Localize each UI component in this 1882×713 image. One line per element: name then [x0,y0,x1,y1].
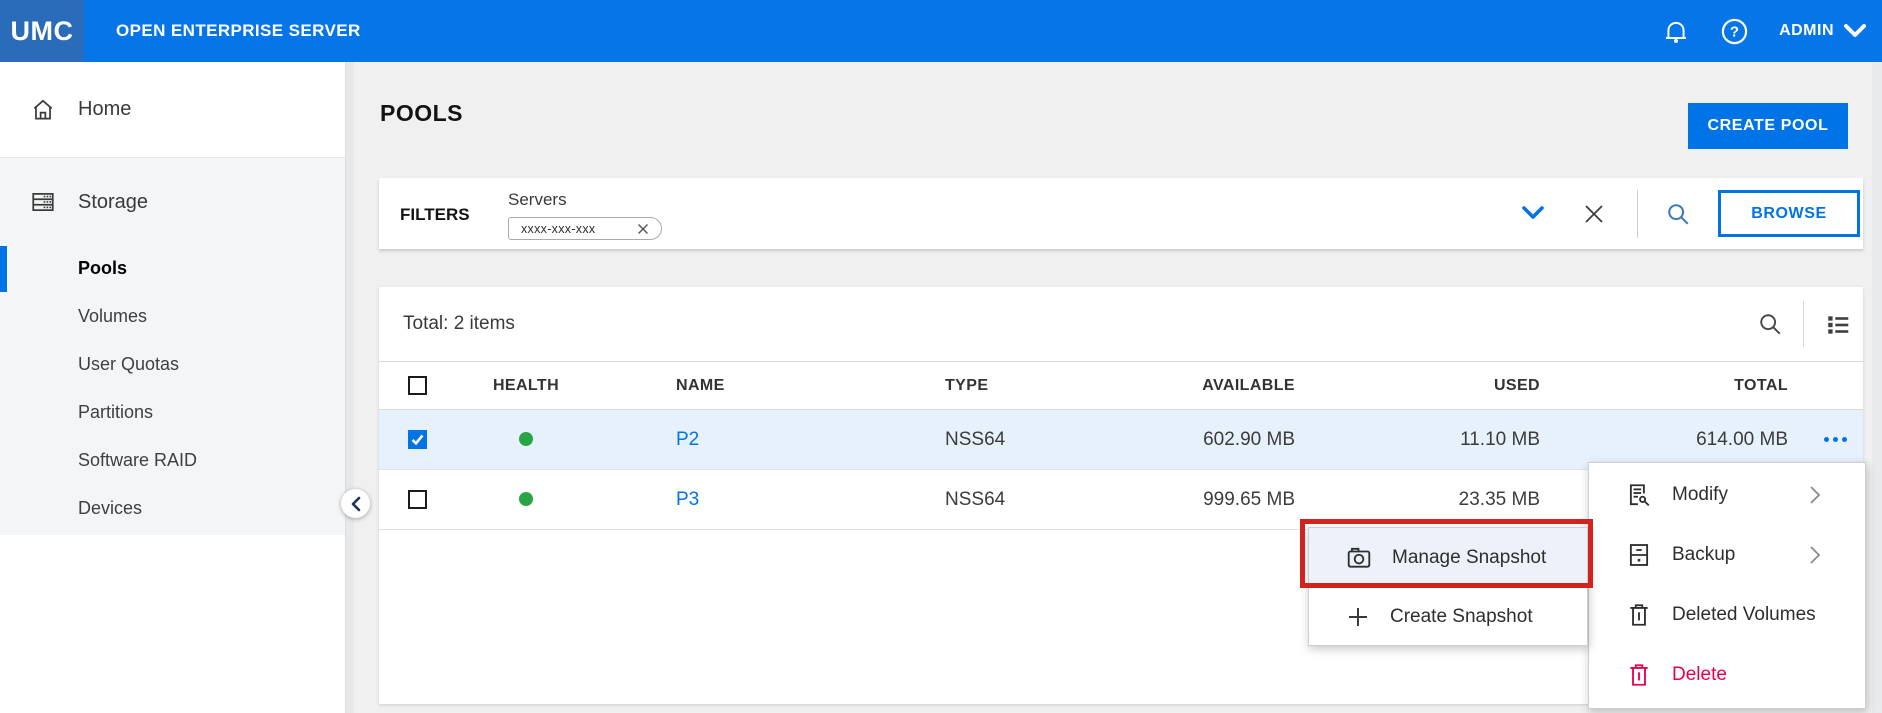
menu-item-label: Deleted Volumes [1672,604,1816,626]
collapse-sidebar-icon [349,496,362,512]
table-toolbar: Total: 2 items [379,287,1863,362]
column-header-used: USED [1315,377,1560,395]
pool-type: NSS64 [916,489,1116,511]
software-raid-label: Software RAID [78,450,197,471]
list-view-icon[interactable] [1825,312,1851,338]
page-title: POOLS [380,100,463,127]
row-checkbox-unchecked[interactable] [408,490,427,509]
server-filter-chip-value: xxxx-xxx-xxx [521,222,595,236]
sidebar-item-partitions[interactable]: Partitions [0,388,345,436]
admin-user-menu[interactable]: ADMIN [1779,22,1866,40]
storage-icon [30,189,56,215]
chevron-down-icon [1844,24,1866,38]
deleted-volumes-icon [1626,602,1652,628]
select-all-checkbox[interactable] [408,376,427,395]
pools-label: Pools [78,258,127,279]
menu-item-label: Delete [1672,664,1727,686]
pool-total: 614.00 MB [1560,429,1808,451]
sidebar-home-label: Home [78,98,131,121]
collapse-sidebar-button[interactable] [341,489,370,518]
expand-filter-icon[interactable] [1521,205,1545,221]
umc-logo[interactable]: UMC [0,0,84,62]
sidebar-storage-label: Storage [78,191,148,214]
menu-item-label: Create Snapshot [1390,606,1533,628]
row-actions-context-menu: Modify Backup [1588,462,1866,709]
column-header-type: TYPE [916,377,1116,395]
clear-filter-icon[interactable] [1583,203,1605,225]
pool-used: 11.10 MB [1315,429,1560,451]
plus-icon [1346,605,1370,629]
sidebar-item-home[interactable]: Home [0,62,345,158]
camera-icon [1346,545,1372,571]
create-pool-button[interactable]: CREATE POOL [1688,103,1848,149]
pool-used: 23.35 MB [1315,489,1560,511]
sidebar-item-storage[interactable]: Storage [0,178,345,226]
table-row-p2[interactable]: P2 NSS64 602.90 MB 11.10 MB 614.00 MB [379,410,1863,470]
menu-item-backup[interactable]: Backup [1589,525,1865,585]
page-scrollbar[interactable] [1872,62,1882,713]
pool-available: 999.65 MB [1116,489,1315,511]
table-search-icon[interactable] [1757,311,1783,337]
menu-item-deleted-volumes[interactable]: Deleted Volumes [1589,585,1865,645]
toolbar-divider [1803,301,1804,347]
pool-name-link[interactable]: P2 [676,429,699,450]
menu-item-label: Modify [1672,484,1728,506]
topbar-actions: ? ADMIN [1662,16,1882,46]
row-checkbox-checked[interactable] [408,430,427,449]
total-items-text: Total: 2 items [403,287,515,361]
column-header-name: NAME [647,377,916,395]
health-ok-dot [519,432,533,446]
admin-label: ADMIN [1779,22,1834,40]
help-glyph: ? [1730,23,1739,40]
submenu-arrow-icon [1809,545,1821,565]
servers-field-label: Servers [508,190,567,210]
filter-bar: FILTERS Servers xxxx-xxx-xxx BROWSE [379,178,1863,249]
help-icon[interactable]: ? [1720,17,1749,46]
sidebar-item-devices[interactable]: Devices [0,484,345,532]
sidebar-item-volumes[interactable]: Volumes [0,292,345,340]
bell-icon[interactable] [1662,16,1690,46]
backup-icon [1626,542,1652,568]
devices-label: Devices [78,498,142,519]
partitions-label: Partitions [78,402,153,423]
modify-icon [1626,482,1652,508]
pool-name-link[interactable]: P3 [676,489,699,510]
sidebar-navigation: Home Storage [0,62,345,713]
pool-available: 602.90 MB [1116,429,1315,451]
filter-search-icon[interactable] [1665,201,1691,227]
delete-icon [1626,662,1652,688]
sidebar-storage-section: Storage Pools Volumes User Quotas Partit… [0,158,345,535]
menu-item-delete[interactable]: Delete [1589,645,1865,705]
filter-divider [1637,190,1638,238]
product-title: OPEN ENTERPRISE SERVER [116,21,361,41]
health-ok-dot [519,492,533,506]
sidebar-item-user-quotas[interactable]: User Quotas [0,340,345,388]
server-filter-chip[interactable]: xxxx-xxx-xxx [508,217,662,240]
umc-application-window: UMC OPEN ENTERPRISE SERVER ? ADMIN [0,0,1882,713]
row-actions-ellipsis-icon[interactable] [1808,437,1863,442]
user-quotas-label: User Quotas [78,354,179,375]
top-bar: UMC OPEN ENTERPRISE SERVER ? ADMIN [0,0,1882,62]
column-header-available: AVAILABLE [1116,377,1315,395]
sidebar-divider [345,62,354,713]
menu-item-label: Backup [1672,544,1735,566]
column-header-health: HEALTH [486,377,566,395]
pool-type: NSS64 [916,429,1116,451]
chip-remove-icon[interactable] [637,223,649,235]
table-header-row: HEALTH NAME TYPE AVAILABLE USED TOTAL [379,362,1863,410]
sidebar-item-software-raid[interactable]: Software RAID [0,436,345,484]
menu-item-create-snapshot[interactable]: Create Snapshot [1309,587,1587,646]
snapshot-submenu: Manage Snapshot Create Snapshot [1308,527,1588,646]
home-icon [30,97,56,123]
menu-item-modify[interactable]: Modify [1589,465,1865,525]
submenu-arrow-icon [1809,485,1821,505]
sidebar-item-pools[interactable]: Pools [0,244,345,292]
browse-button[interactable]: BROWSE [1718,190,1860,237]
column-header-total: TOTAL [1560,377,1808,395]
storage-subnav: Pools Volumes User Quotas Partitions Sof… [0,244,345,532]
menu-item-manage-snapshot[interactable]: Manage Snapshot [1309,528,1587,587]
volumes-label: Volumes [78,306,147,327]
filters-label: FILTERS [400,205,470,225]
menu-item-label: Manage Snapshot [1392,547,1546,569]
